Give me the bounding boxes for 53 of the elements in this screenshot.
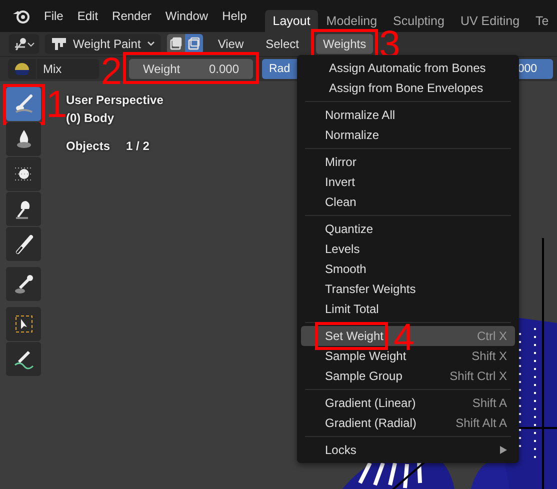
menu-item[interactable]: Sample Group Shift Ctrl X [301, 366, 515, 386]
menu-item[interactable]: Render [106, 9, 158, 23]
gradient-tool-icon[interactable] [6, 227, 41, 261]
annotate-tool-icon[interactable] [6, 342, 41, 376]
logo-icon[interactable] [12, 8, 32, 24]
annotation-number: 1 [46, 86, 68, 124]
menu-item[interactable]: Window [159, 9, 214, 23]
menu-item[interactable]: Quantize [301, 219, 515, 239]
menu-item[interactable]: File [38, 9, 70, 23]
workspace-tab[interactable]: Modeling [318, 10, 386, 32]
workspace-tab[interactable]: Sculpting [385, 10, 452, 32]
blend-dropdown[interactable]: Mix [37, 59, 99, 79]
menu-item[interactable]: Locks [301, 440, 515, 460]
viewport-info-text: (0) Body [66, 111, 115, 125]
draw-tool-icon[interactable] [6, 87, 41, 121]
menu-item[interactable]: Limit Total [301, 299, 515, 319]
stats-value: 1 / 2 [126, 139, 150, 153]
weight-paint-icon [51, 37, 67, 51]
menu-item[interactable]: Help [216, 9, 253, 23]
select-tool-icon[interactable] [6, 307, 41, 341]
workspace-tab[interactable]: UV Editing [452, 10, 528, 32]
mode-dropdown[interactable]: Weight Paint [45, 34, 161, 54]
menu-item[interactable]: Assign from Bone Envelopes [301, 78, 515, 98]
sample-tool-icon[interactable] [6, 267, 41, 301]
annotation-number: 2 [100, 53, 122, 91]
menu-item[interactable]: Weights [316, 34, 374, 54]
viewport-info-text: User Perspective [66, 93, 164, 107]
brush-color-swatch[interactable] [8, 59, 36, 79]
stats-label: Objects [66, 139, 110, 153]
menu-item[interactable]: Clean [301, 192, 515, 212]
menu-item[interactable]: Transfer Weights [301, 279, 515, 299]
editor-type-dropdown[interactable] [9, 34, 39, 54]
menu-item[interactable]: Normalize All [301, 105, 515, 125]
menu-item[interactable]: Gradient (Linear) Shift A [301, 393, 515, 413]
menu-item[interactable]: Edit [71, 9, 104, 23]
menu-item[interactable]: Levels [301, 239, 515, 259]
caret-icon [146, 41, 155, 47]
menu-item[interactable]: Gradient (Radial) Shift Alt A [301, 413, 515, 433]
xray-icon[interactable] [166, 34, 185, 54]
menu-item[interactable]: Assign Automatic from Bones [301, 58, 515, 78]
menu-item[interactable]: Normalize [301, 125, 515, 145]
menu-item[interactable]: Invert [301, 172, 515, 192]
menu-item[interactable]: View [210, 34, 251, 54]
menu-item[interactable]: Select [258, 34, 306, 54]
menu-item[interactable]: Mirror [301, 152, 515, 172]
workspace-tab[interactable]: Layout [264, 10, 318, 32]
blur-tool-icon[interactable] [6, 122, 41, 156]
axes-icon [13, 37, 35, 51]
average-tool-icon[interactable] [6, 157, 41, 191]
workspace-tab[interactable]: Te [528, 10, 557, 32]
menu-item[interactable]: Smooth [301, 259, 515, 279]
smear-tool-icon[interactable] [6, 192, 41, 226]
weight-field[interactable]: Weight 0.000 [129, 59, 253, 79]
